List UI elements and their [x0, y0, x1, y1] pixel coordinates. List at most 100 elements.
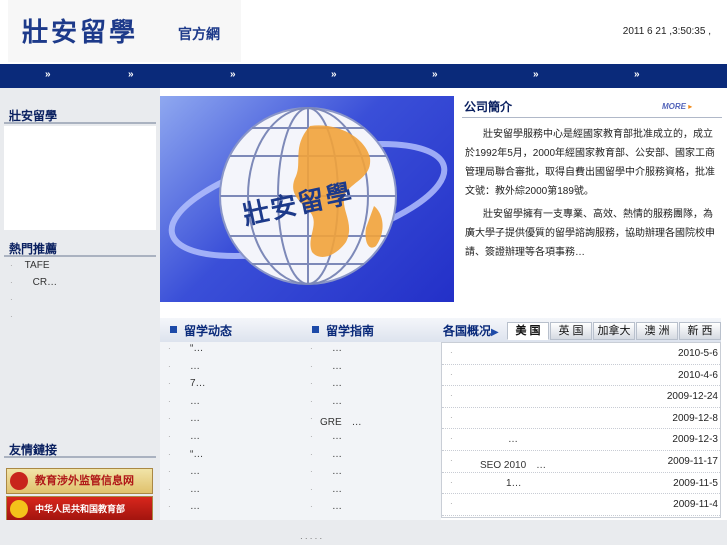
nav-item-1[interactable]: »	[45, 69, 51, 80]
bullet-icon: ·	[168, 484, 171, 494]
tab-country-3[interactable]: 加拿大	[593, 322, 635, 340]
list-item[interactable]: ·…	[302, 483, 441, 501]
arrow-right-icon: ▸	[688, 102, 693, 111]
header: 壯安留學 官方網 2011 6 21 ,3:50:35 ,	[0, 0, 727, 64]
list-item[interactable]: · “…	[160, 342, 302, 360]
sidebar-list: · TAFE · CR… · ·	[10, 260, 57, 328]
list-item[interactable]: ·…	[302, 342, 441, 360]
sidebar-content-box	[4, 126, 156, 230]
bullet-icon: ·	[450, 412, 453, 422]
table-row[interactable]: ·… 2009-12-3	[442, 429, 720, 451]
bullet-icon: ·	[450, 391, 453, 401]
nav-item-4[interactable]: »	[331, 69, 337, 80]
logo-sub-text: 官方網	[178, 27, 220, 43]
site-logo[interactable]: 壯安留學 官方網	[8, 0, 241, 62]
tab-country-1[interactable]: 美 国	[507, 322, 549, 340]
hero-globe-image: 壯安留學	[160, 96, 454, 302]
list-item[interactable]: ·…	[160, 483, 302, 501]
bullet-icon: ·	[310, 502, 313, 512]
bullet-icon: ·	[310, 484, 313, 494]
more-link[interactable]: MORE ▸	[662, 102, 692, 111]
square-icon	[170, 326, 177, 333]
emblem-icon	[10, 500, 28, 518]
list-item[interactable]: ·…	[302, 500, 441, 518]
bullet-icon: ·	[450, 499, 453, 509]
study-guide-list: ·… ·… ·… ·… · GRE … ·… ·… ·… ·… ·…	[302, 342, 441, 520]
table-row[interactable]: · 2009-12-8	[442, 408, 720, 430]
tab-country-2[interactable]: 英 国	[550, 322, 592, 340]
list-item[interactable]: ·…	[302, 465, 441, 483]
list-item[interactable]: · “…	[160, 448, 302, 466]
list-item[interactable]: ·…	[302, 360, 441, 378]
bullet-icon: ·	[310, 379, 313, 389]
table-row[interactable]: · 2009-11-4	[442, 494, 720, 516]
list-item[interactable]: ·…	[302, 377, 441, 395]
nav-item-5[interactable]: »	[432, 69, 438, 80]
bullet-icon: ·	[310, 361, 313, 371]
list-item[interactable]: ·…	[160, 430, 302, 448]
bullet-icon: ·	[168, 449, 171, 459]
tab-country-4[interactable]: 澳 洲	[636, 322, 678, 340]
list-item[interactable]: ·…	[160, 412, 302, 430]
main-nav: » » » » » » »	[0, 64, 727, 88]
study-guide-header: 留学指南	[302, 318, 441, 342]
bullet-icon: ·	[450, 455, 453, 465]
study-news-list: · “… ·… · 7… ·… ·… ·… · “… ·… ·… ·…	[160, 342, 302, 520]
list-item[interactable]: ·	[10, 294, 57, 311]
bullet-icon: ·	[168, 344, 171, 353]
bullet-icon: ·	[168, 431, 171, 441]
bullet-icon: ·	[168, 414, 171, 424]
bullet-icon: ·	[310, 431, 313, 441]
table-row[interactable]: · SEO 2010 … 2009-11-17	[442, 451, 720, 473]
list-item[interactable]: ·…	[302, 430, 441, 448]
tab-country-5[interactable]: 新 西	[679, 322, 721, 340]
banner-text: 中华人民共和国教育部	[35, 504, 126, 514]
footer: · · · · ·	[0, 520, 727, 545]
bullet-icon: ·	[10, 312, 13, 321]
intro-body: 壯安留學服務中心是經國家教育部批准成立的，成立於1992年5月，2000年經國家…	[465, 125, 721, 266]
bullet-icon: ·	[168, 361, 171, 371]
list-item[interactable]: · CR…	[10, 277, 57, 294]
country-overview-header: 各国概况▶ 美 国 英 国 加拿大 澳 洲 新 西	[441, 318, 721, 342]
ministry-of-education-banner[interactable]: 中华人民共和国教育部	[6, 496, 153, 522]
bullet-icon: ·	[450, 477, 453, 487]
table-row[interactable]: · 2009-12-24	[442, 386, 720, 408]
bullet-icon: ·	[168, 396, 171, 406]
nav-item-2[interactable]: »	[128, 69, 134, 80]
bullet-icon: ·	[450, 369, 453, 379]
list-item[interactable]: ·	[10, 311, 57, 328]
list-item[interactable]: ·…	[160, 360, 302, 378]
table-row[interactable]: · 2010-5-6	[442, 343, 720, 365]
seal-icon	[10, 472, 28, 490]
table-row[interactable]: · 1… 2009-11-5	[442, 473, 720, 495]
footer-links[interactable]: · · · · ·	[300, 534, 322, 543]
list-item[interactable]: ·…	[302, 448, 441, 466]
sidebar-title-text: 壯安留學	[9, 109, 58, 123]
current-datetime: 2011 6 21 ,3:50:35 ,	[622, 26, 711, 37]
bullet-icon: ·	[310, 414, 313, 424]
bullet-icon: ·	[450, 434, 453, 444]
list-item[interactable]: ·…	[160, 395, 302, 413]
divider	[462, 117, 722, 118]
bullet-icon: ·	[310, 467, 313, 477]
bullet-icon: ·	[310, 449, 313, 459]
bullet-icon: ·	[10, 261, 13, 270]
table-row[interactable]: · 2010-4-6	[442, 365, 720, 387]
bullet-icon: ·	[310, 396, 313, 406]
bullet-icon: ·	[168, 502, 171, 512]
list-item[interactable]: · TAFE	[10, 260, 57, 277]
bullet-icon: ·	[168, 467, 171, 477]
list-item[interactable]: ·…	[160, 500, 302, 518]
list-item[interactable]: ·…	[160, 465, 302, 483]
list-item[interactable]: ·…	[302, 395, 441, 413]
list-item[interactable]: · 7…	[160, 377, 302, 395]
bullet-icon: ·	[310, 344, 313, 353]
sidebar-title-text: 友情鏈接	[9, 443, 58, 457]
education-supervision-banner[interactable]: 教育涉外监管信息网	[6, 468, 153, 494]
logo-main-text: 壯安留學	[22, 18, 139, 48]
nav-item-3[interactable]: »	[230, 69, 236, 80]
bullet-icon: ·	[10, 278, 13, 287]
nav-item-6[interactable]: »	[533, 69, 539, 80]
nav-item-7[interactable]: »	[634, 69, 640, 80]
list-item[interactable]: · GRE …	[302, 412, 441, 430]
